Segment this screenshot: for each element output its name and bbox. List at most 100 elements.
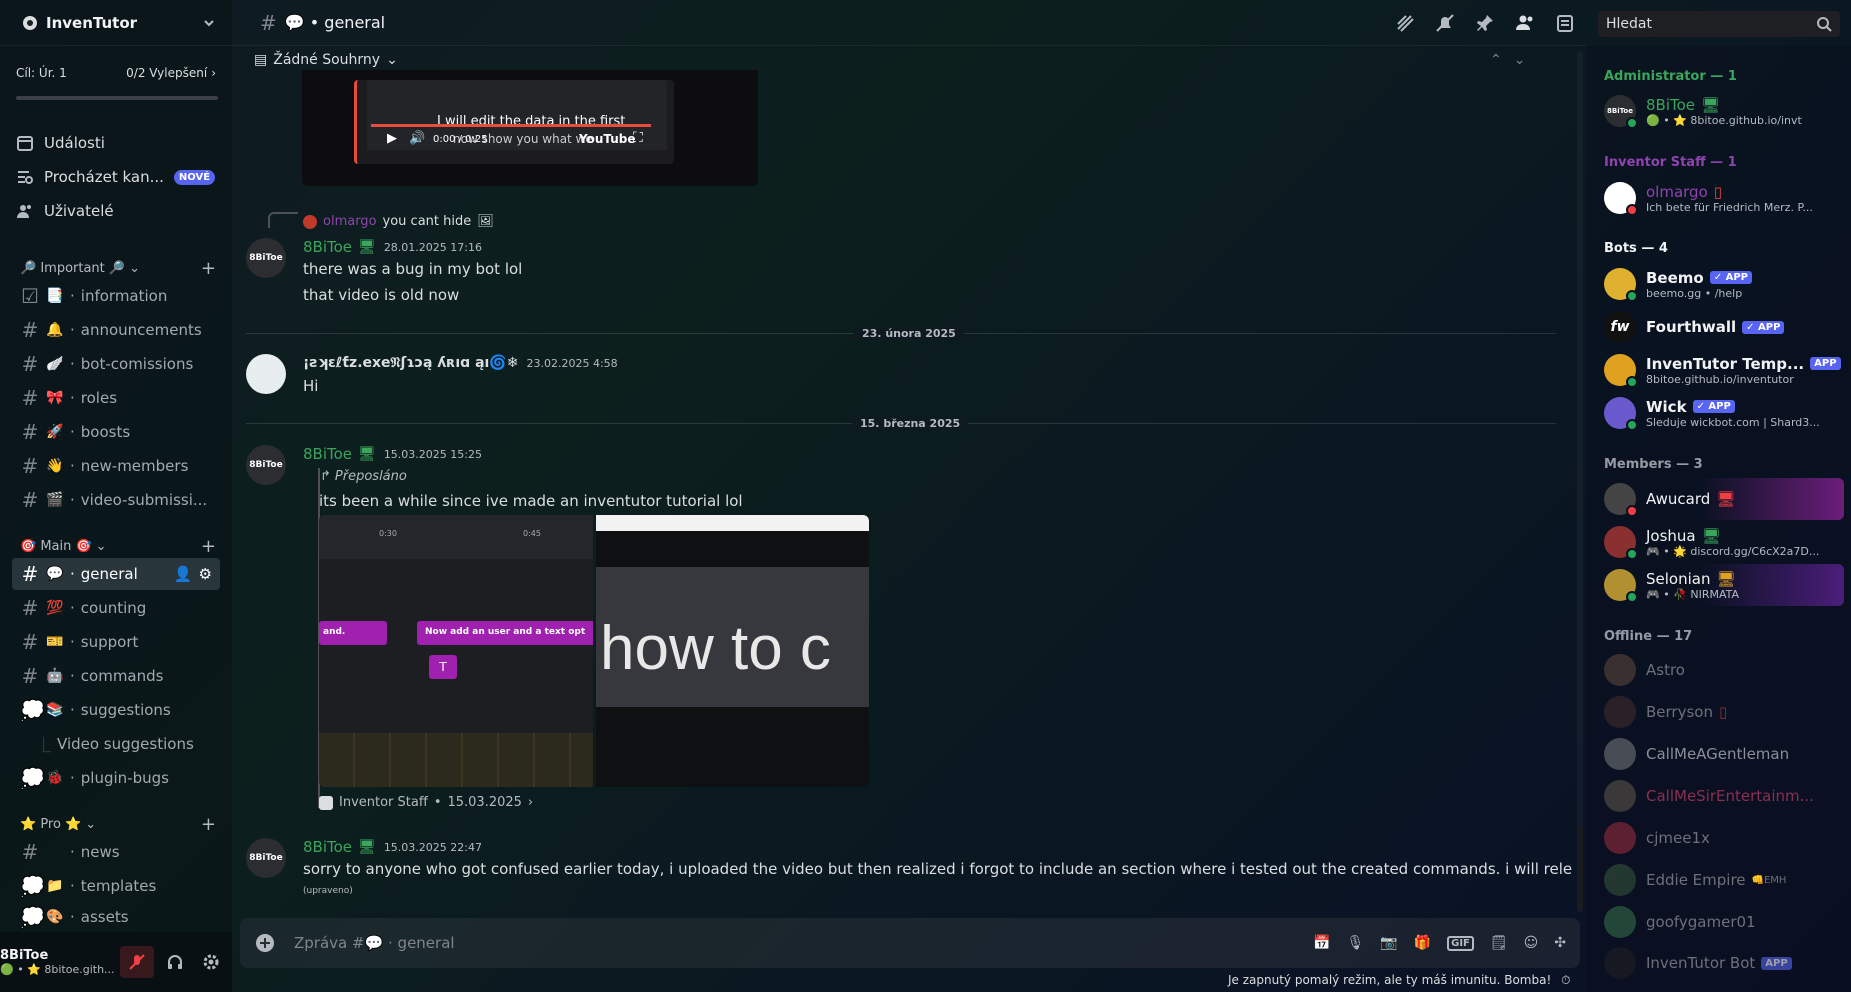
user-info[interactable]: 8BiToe 🟢 • ⭐ 8bitoe.gith...: [0, 948, 120, 976]
volume-icon[interactable]: 🔊: [409, 131, 425, 146]
message-author[interactable]: 8BiToe: [303, 838, 352, 856]
gear-icon[interactable]: ⚙: [199, 565, 212, 583]
emoji-icon[interactable]: ☺: [1524, 935, 1539, 951]
invite-icon[interactable]: 👤: [174, 565, 193, 583]
summaries-dropdown[interactable]: ▤ Žádné Souhrny ⌄: [254, 52, 398, 68]
channel-counting[interactable]: # 💯 · counting: [12, 592, 220, 624]
member-item[interactable]: Berryson ▯: [1604, 691, 1844, 733]
forward-source[interactable]: Inventor Staff • 15.03.2025 ›: [319, 795, 533, 810]
member-item[interactable]: Eddie Empire 👊EMH: [1604, 859, 1844, 901]
channel-new-members[interactable]: # 👋 · new-members: [12, 450, 220, 482]
add-channel-button[interactable]: +: [201, 814, 216, 835]
online-status-icon: [1626, 419, 1638, 431]
channel-name: bot-comissions: [80, 355, 194, 373]
sticker-icon[interactable]: 🗒: [1490, 935, 1508, 951]
scrollbar-thumb[interactable]: [1577, 826, 1583, 910]
avatar: [1604, 822, 1636, 854]
chevron-down-icon[interactable]: ⌄: [1514, 52, 1526, 68]
channel-general[interactable]: # 💬 · general 👤 ⚙: [12, 558, 220, 590]
member-item[interactable]: CallMeSirEntertainm...: [1604, 775, 1844, 817]
member-item[interactable]: CallMeAGentleman: [1604, 733, 1844, 775]
avatar[interactable]: [246, 354, 286, 394]
message-input[interactable]: Zpráva #💬 · general: [294, 934, 455, 952]
channel-name: new-members: [80, 457, 189, 475]
member-item[interactable]: olmargo ▯ Ich bete für Friedrich Merz. P..…: [1604, 177, 1844, 219]
video-progress[interactable]: [371, 124, 651, 127]
channel-support[interactable]: # 🎫 · support: [12, 626, 220, 658]
category-label: 🔎 Important 🔎: [20, 260, 126, 276]
member-list-icon[interactable]: [1514, 12, 1536, 34]
member-group-header: Members — 3: [1604, 457, 1703, 472]
member-item[interactable]: Selonian 🖥 🎮 • 🥀 NIRMATA: [1604, 564, 1844, 606]
mute-mic-icon[interactable]: 🎙: [1346, 935, 1364, 951]
channel-roles[interactable]: # 🎀 · roles: [12, 382, 220, 414]
threads-icon[interactable]: [1394, 12, 1416, 34]
apps-icon[interactable]: ✣: [1554, 935, 1566, 951]
message-author[interactable]: 8BiToe: [303, 238, 352, 256]
thread-video-suggestions[interactable]: ⎿ Video suggestions: [12, 728, 220, 760]
settings-gear-icon[interactable]: [194, 946, 228, 978]
mobile-icon: ▯: [1718, 703, 1728, 721]
member-group-header: Inventor Staff — 1: [1604, 155, 1737, 170]
category-pro[interactable]: ⭐ Pro ⭐ ⌄ +: [20, 814, 216, 835]
member-item[interactable]: goofygamer01: [1604, 901, 1844, 943]
add-attachment-icon[interactable]: [254, 932, 276, 954]
member-item[interactable]: Joshua 🖥 🎮 • 🌟 discord.gg/C6cX2a7D...: [1604, 521, 1844, 563]
channel-templates[interactable]: 💭 📁 · templates: [12, 870, 220, 902]
attachment-image-title[interactable]: how to c: [596, 515, 869, 787]
member-item[interactable]: InvenTutor Temp... APP 8bitoe.github.io/in…: [1604, 349, 1844, 391]
boost-goal[interactable]: Cíl: Úr. 1 0/2 Vylepšení ›: [16, 66, 216, 80]
member-item[interactable]: Beemo ✓ APP beemo.gg • /help: [1604, 263, 1844, 305]
member-item[interactable]: Wick ✓ APP Sleduje wickbot.com | Shard3...: [1604, 392, 1844, 434]
add-channel-button[interactable]: +: [201, 258, 216, 279]
category-main[interactable]: 🎯 Main 🎯 ⌄ +: [20, 536, 216, 557]
scrollbar-track[interactable]: [1577, 52, 1583, 912]
reply-preview[interactable]: olmargo you cant hide 🖼: [303, 214, 494, 229]
server-header[interactable]: InvenTutor: [0, 0, 232, 46]
notification-bell-muted-icon[interactable]: [1434, 12, 1456, 34]
pin-icon[interactable]: [1474, 12, 1496, 34]
channel-information[interactable]: ☑ 📑 · information: [12, 280, 220, 312]
member-item[interactable]: Astro: [1604, 649, 1844, 691]
channel-plugin-bugs[interactable]: 💭 🐞 · plugin-bugs: [12, 762, 220, 794]
member-item[interactable]: cjmee1x: [1604, 817, 1844, 859]
inbox-icon[interactable]: [1554, 12, 1576, 34]
avatar[interactable]: 8BiToe: [246, 238, 286, 278]
channel-boosts[interactable]: # 🚀 · boosts: [12, 416, 220, 448]
nav-members[interactable]: Uživatelé: [16, 195, 220, 227]
search-placeholder: Hledat: [1606, 16, 1652, 32]
channel-news[interactable]: # · news: [12, 836, 220, 868]
channel-announcements[interactable]: # 🔔 · announcements: [12, 314, 220, 346]
member-item[interactable]: InvenTutor Bot APP: [1604, 943, 1844, 983]
message-author[interactable]: 8BiToe: [303, 445, 352, 463]
chevron-up-icon[interactable]: ⌃: [1490, 52, 1502, 68]
play-icon[interactable]: ▶: [387, 131, 397, 146]
mute-microphone-icon[interactable]: [120, 946, 154, 978]
avatar[interactable]: 8BiToe: [246, 445, 286, 485]
camera-off-icon[interactable]: 📷: [1380, 935, 1397, 951]
member-item[interactable]: Awucard 🖥: [1604, 478, 1844, 520]
channel-suggestions[interactable]: 💭 📚 · suggestions: [12, 694, 220, 726]
channel-bot-comissions[interactable]: # 🪽 · bot-comissions: [12, 348, 220, 380]
header-toolbar: [1394, 12, 1576, 34]
nav-browse-channels[interactable]: Procházet kan... NOVÉ: [16, 161, 220, 193]
channel-assets[interactable]: 💭 🎨 · assets: [12, 904, 220, 930]
search-input[interactable]: Hledat: [1598, 11, 1840, 37]
message-author[interactable]: ¡ƨʞɛℓƭz.exe𝔑ʃɿɔą ʎʀıɑ ąı🌀❄: [303, 355, 518, 371]
attachment-image-editor[interactable]: 0:30 0:45 and. Now add an user and a tex…: [319, 515, 593, 787]
avatar[interactable]: 8BiToe: [246, 838, 286, 878]
add-channel-button[interactable]: +: [201, 536, 216, 557]
nav-events[interactable]: Události: [16, 127, 220, 159]
schedule-icon[interactable]: 📅: [1313, 935, 1330, 951]
headphones-icon[interactable]: [158, 946, 192, 978]
category-important[interactable]: 🔎 Important 🔎 ⌄ +: [20, 258, 216, 279]
gift-icon[interactable]: 🎁: [1414, 935, 1431, 951]
user-panel: 8BiToe 🟢 • ⭐ 8bitoe.gith...: [0, 932, 232, 992]
member-item[interactable]: 8BiToe 8BiToe 🖥 🟢 • ⭐ 8bitoe.github.io/inv…: [1604, 90, 1844, 132]
gif-icon[interactable]: GIF: [1447, 935, 1474, 951]
channel-video-submissions[interactable]: # 🎬 · video-submissi...: [12, 484, 220, 516]
fullscreen-icon[interactable]: ⛶: [633, 130, 643, 146]
member-item[interactable]: fw Fourthwall ✓ APP: [1604, 306, 1844, 348]
video-embed[interactable]: I will edit the data in the first now sh…: [302, 70, 758, 186]
channel-commands[interactable]: # 🤖 · commands: [12, 660, 220, 692]
